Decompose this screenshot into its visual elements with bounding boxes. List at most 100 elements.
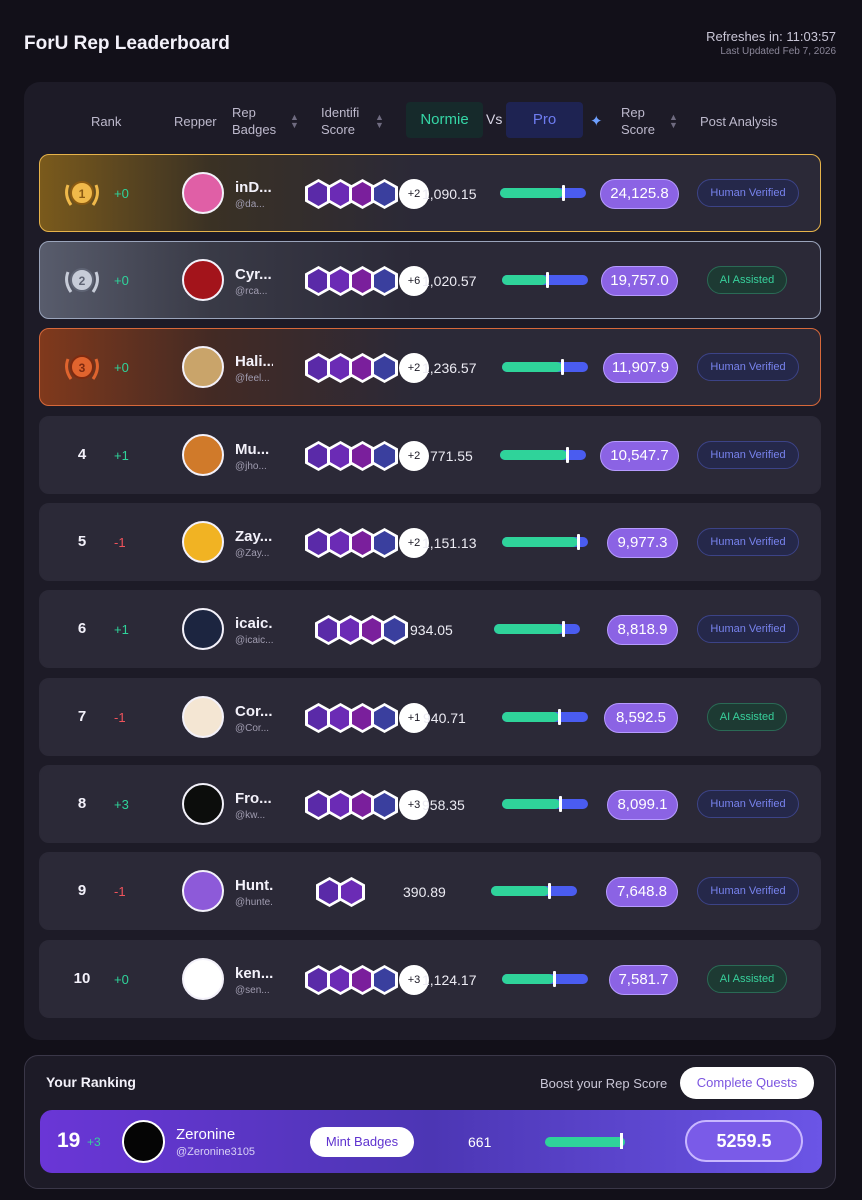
normie-fill	[491, 886, 549, 896]
mint-badges-button[interactable]: Mint Badges	[310, 1127, 414, 1157]
badge-icon[interactable]	[371, 353, 398, 383]
rep-badges[interactable]: +3	[305, 965, 429, 995]
avatar[interactable]	[182, 172, 224, 214]
your-ranking-panel: Your Ranking Boost your Rep Score Comple…	[24, 1055, 836, 1189]
col-rep-badges[interactable]: Rep Badges	[232, 104, 284, 138]
silver-medal-icon: 2	[65, 268, 99, 293]
rep-score: 9,977.3	[607, 528, 678, 558]
rep-badges[interactable]: +2	[305, 353, 429, 383]
badge-icon[interactable]	[371, 266, 398, 296]
repper-name[interactable]: Mu...	[235, 441, 273, 458]
rep-badges[interactable]: +6	[305, 266, 429, 296]
normie-pro-bar	[491, 883, 577, 899]
normie-pro-marker	[562, 621, 565, 637]
normie-pro-marker	[553, 971, 556, 987]
rank-delta: +0	[114, 273, 129, 288]
avatar[interactable]	[182, 783, 224, 825]
sort-icon[interactable]: ▲ ▼	[669, 113, 678, 130]
identifi-score: 1,151.13	[422, 535, 477, 551]
post-analysis-badge[interactable]: Human Verified	[697, 790, 799, 818]
table-row[interactable]: 7 -1 Cor... @Cor... +1 940.71 8,592.5 AI Assis…	[39, 678, 821, 756]
avatar[interactable]	[122, 1120, 165, 1163]
repper-name[interactable]: Hali...	[235, 353, 273, 370]
table-row[interactable]: 10 +0 ken... @sen... +3 1,124.17 7,581.7 AI As…	[39, 940, 821, 1018]
post-analysis-badge[interactable]: Human Verified	[697, 528, 799, 556]
sort-icon[interactable]: ▲ ▼	[375, 113, 384, 130]
post-analysis-badge[interactable]: Human Verified	[697, 877, 799, 905]
normie-fill	[502, 537, 578, 547]
your-ranking-card[interactable]: 19 +3 Zeronine @Zeronine3105 Mint Badges…	[40, 1110, 822, 1173]
post-analysis-badge[interactable]: AI Assisted	[707, 703, 787, 731]
medal-rank: 2	[79, 274, 86, 288]
identifi-score: 1,090.15	[422, 186, 477, 202]
avatar[interactable]	[182, 696, 224, 738]
extra-badges-count[interactable]: +2	[399, 441, 429, 471]
repper-name[interactable]: Cyr...	[235, 266, 273, 283]
normie-toggle[interactable]: Normie	[406, 102, 483, 138]
badge-icon[interactable]	[371, 703, 398, 733]
table-row[interactable]: 6 +1 icaic... @icaic... 934.05 8,818.9 Human …	[39, 590, 821, 668]
col-identifi-score[interactable]: Identifi Score	[321, 104, 365, 138]
normie-pro-marker	[546, 272, 549, 288]
rep-badges[interactable]: +2	[305, 528, 429, 558]
repper-name[interactable]: icaic...	[235, 615, 273, 632]
avatar[interactable]	[182, 608, 224, 650]
post-analysis-badge[interactable]: Human Verified	[697, 441, 799, 469]
complete-quests-button[interactable]: Complete Quests	[680, 1067, 814, 1099]
avatar[interactable]	[182, 346, 224, 388]
table-row[interactable]: 3 +0 Hali... @feel... +2 1,236.57 11,907.9 Hu…	[39, 328, 821, 406]
your-rank: 19	[57, 1129, 81, 1152]
avatar[interactable]	[182, 259, 224, 301]
table-row[interactable]: 9 -1 Hunt... @hunte... 390.89 7,648.8 Human V…	[39, 852, 821, 930]
rep-badges[interactable]: +2	[305, 179, 429, 209]
rank-number: 8	[77, 795, 87, 812]
avatar[interactable]	[182, 434, 224, 476]
table-row[interactable]: 2 +0 Cyr... @rca... +6 1,020.57 19,757.0 AI A…	[39, 241, 821, 319]
pro-toggle[interactable]: Pro	[506, 102, 583, 138]
rep-badges[interactable]: +3	[305, 790, 429, 820]
post-analysis-badge[interactable]: AI Assisted	[707, 266, 787, 294]
sort-icon[interactable]: ▲ ▼	[290, 113, 299, 130]
normie-pro-marker	[577, 534, 580, 550]
normie-pro-marker	[566, 447, 569, 463]
rep-badges[interactable]: +2	[305, 441, 429, 471]
normie-pro-bar	[545, 1137, 625, 1147]
rep-score: 7,648.8	[606, 877, 678, 907]
table-row[interactable]: 1 +0 inD... @da... +2 1,090.15 24,125.8 Human…	[39, 154, 821, 232]
table-row[interactable]: 5 -1 Zay... @Zay... +2 1,151.13 9,977.3 Human …	[39, 503, 821, 581]
post-analysis-badge[interactable]: Human Verified	[697, 615, 799, 643]
col-rep-score[interactable]: Rep Score	[621, 104, 665, 138]
badge-icon[interactable]	[371, 790, 398, 820]
badge-icon[interactable]	[371, 528, 398, 558]
badge-icon[interactable]	[371, 441, 398, 471]
post-analysis-badge[interactable]: Human Verified	[697, 179, 799, 207]
repper-name[interactable]: Zay...	[235, 528, 273, 545]
post-analysis-badge[interactable]: AI Assisted	[707, 965, 787, 993]
normie-pro-bar	[500, 185, 586, 201]
normie-fill	[494, 624, 563, 634]
badge-icon[interactable]	[338, 877, 365, 907]
avatar[interactable]	[182, 521, 224, 563]
rank-delta: +0	[114, 186, 129, 201]
avatar[interactable]	[182, 958, 224, 1000]
repper-name[interactable]: inD...	[235, 179, 273, 196]
rep-badges[interactable]: +1	[305, 703, 429, 733]
repper-name[interactable]: Fro...	[235, 790, 273, 807]
table-row[interactable]: 8 +3 Fro... @kw... +3 958.35 8,099.1 Human Ver…	[39, 765, 821, 843]
badge-icon[interactable]	[371, 965, 398, 995]
rank-number: 4	[77, 446, 87, 463]
badge-icon[interactable]	[371, 179, 398, 209]
repper-handle: @da...	[235, 199, 265, 210]
rep-score: 10,547.7	[600, 441, 679, 471]
post-analysis-badge[interactable]: Human Verified	[697, 353, 799, 381]
repper-name[interactable]: Cor...	[235, 703, 273, 720]
repper-name[interactable]: ken...	[235, 965, 273, 982]
normie-pro-bar	[502, 796, 588, 812]
your-handle: @Zeronine3105	[176, 1146, 256, 1158]
avatar[interactable]	[182, 870, 224, 912]
identifi-score: 771.55	[430, 448, 473, 464]
table-row[interactable]: 4 +1 Mu... @jho... +2 771.55 10,547.7 Human Ve…	[39, 416, 821, 494]
rank-number: 5	[77, 533, 87, 550]
repper-name[interactable]: Hunt...	[235, 877, 273, 894]
badge-icon[interactable]	[381, 615, 408, 645]
